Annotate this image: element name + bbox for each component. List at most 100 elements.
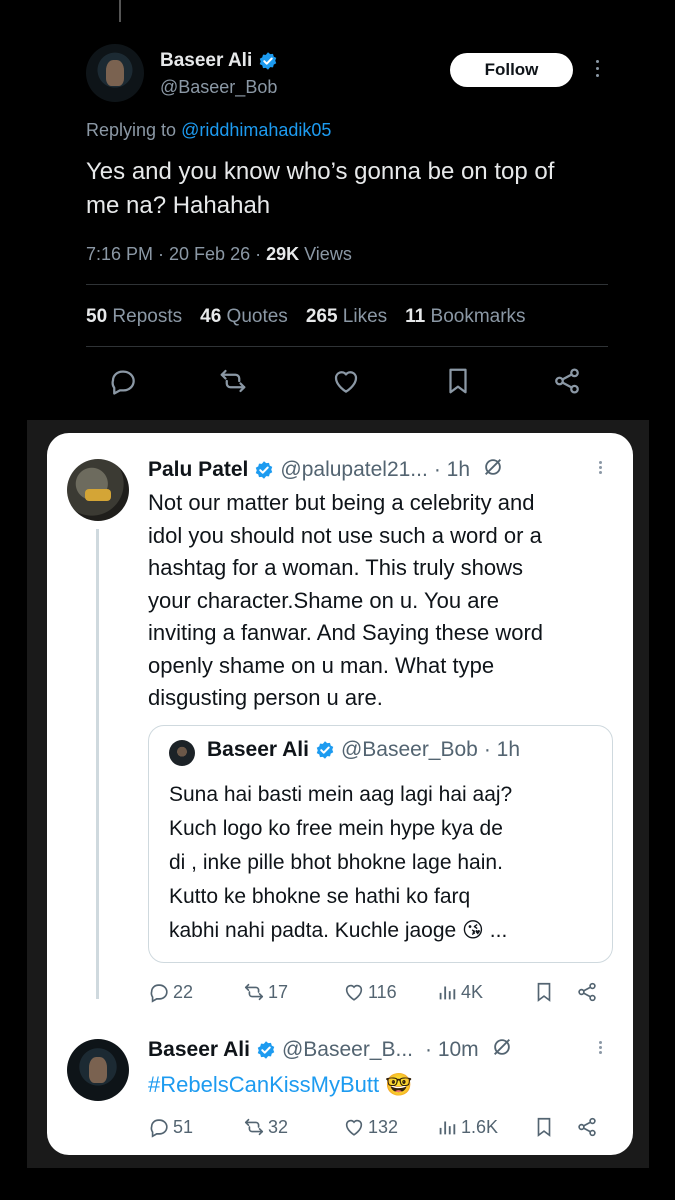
bookmarks-stat[interactable]: 11 Bookmarks: [405, 306, 525, 328]
reposts-stat[interactable]: 50 Reposts: [86, 306, 182, 328]
tweet-meta: 7:16 PM · 20 Feb 26 · 29K Views: [86, 244, 352, 265]
quote-text-line: Kuch logo ko free mein hype kya de: [169, 817, 503, 840]
avatar[interactable]: [86, 44, 144, 102]
replying-handle-link[interactable]: @riddhimahadik05: [181, 120, 331, 140]
replying-prefix: Replying to: [86, 120, 182, 140]
divider: [86, 284, 608, 285]
more-dots-icon[interactable]: [597, 459, 603, 479]
views-label: Views: [299, 244, 352, 264]
quote-text-line: Suna hai basti mein aag lagi hai aaj?: [169, 783, 513, 806]
tweet-text-line: Yes and you know who’s gonna be on top o…: [86, 158, 555, 185]
reply-author-handle[interactable]: @palupatel21...: [280, 458, 427, 482]
share-icon[interactable]: [576, 1116, 598, 1138]
reply-text-line: Not our matter but being a celebrity and: [148, 490, 535, 515]
second-action-bar: 51 32 132 1.6K: [148, 1116, 608, 1142]
timestamp[interactable]: 7:16 PM · 20 Feb 26 ·: [86, 244, 266, 264]
grok-icon[interactable]: [482, 456, 504, 484]
tweet-text: Yes and you know who’s gonna be on top o…: [86, 155, 626, 223]
quote-author-handle: @Baseer_Bob: [340, 738, 478, 761]
reply-text: Not our matter but being a celebrity and…: [148, 487, 608, 715]
reply-button[interactable]: 51: [148, 1116, 193, 1138]
avatar[interactable]: [67, 1039, 129, 1101]
second-text[interactable]: #RebelsCanKissMyButt 🤓: [148, 1069, 608, 1102]
reply-header: Palu Patel @palupatel21... · 1h: [148, 456, 504, 484]
second-header: Baseer Ali @Baseer_B... · 10m: [148, 1036, 513, 1064]
author-name: Baseer Ali: [160, 50, 253, 71]
avatar: [169, 740, 195, 766]
divider: [86, 346, 608, 347]
quote-author-name: Baseer Ali: [207, 738, 309, 761]
thread-connector-line: [119, 0, 121, 22]
repost-icon[interactable]: [218, 366, 248, 396]
quotes-stat[interactable]: 46 Quotes: [200, 306, 288, 328]
reply-text-line: your character.Shame on u. You are: [148, 587, 500, 613]
views-button[interactable]: 1.6K: [436, 1116, 498, 1138]
views-count: 1.6K: [461, 1116, 499, 1137]
verified-badge-icon: [258, 51, 278, 71]
second-time: · 10m: [425, 1038, 479, 1061]
reply-text-line: inviting a fanwar. And Saying these word: [148, 620, 544, 645]
reply-author-name[interactable]: Palu Patel: [148, 458, 248, 482]
quote-text-line: kabhi nahi padta. Kuchle jaoge 😘 ...: [169, 919, 508, 942]
second-author-name[interactable]: Baseer Ali: [148, 1038, 250, 1062]
like-button[interactable]: 132: [343, 1116, 398, 1138]
thread-connector-line: [96, 529, 99, 999]
more-dots-icon[interactable]: [597, 1039, 603, 1059]
replying-to: Replying to @riddhimahadik05: [86, 120, 331, 141]
engagement-stats: 50 Reposts 46 Quotes 265 Likes 11 Bookma…: [86, 306, 526, 328]
embedded-screenshot: Palu Patel @palupatel21... · 1h Not our …: [47, 433, 633, 1155]
verified-badge-icon: [256, 1040, 276, 1060]
repost-count: 17: [268, 981, 289, 1002]
avatar[interactable]: [67, 459, 129, 521]
like-count: 132: [368, 1116, 399, 1137]
like-icon: [345, 1119, 363, 1136]
repost-count: 32: [268, 1116, 289, 1137]
author-handle[interactable]: @Baseer_Bob: [160, 77, 277, 98]
verified-badge-icon: [254, 460, 274, 480]
reply-text-line: idol you should not use such a word or a: [148, 522, 542, 548]
quote-header: Baseer Ali @Baseer_Bob · 1h: [207, 738, 520, 762]
reply-action-bar: 22 17 116 4K: [148, 981, 608, 1007]
views-button[interactable]: 4K: [436, 981, 483, 1003]
author-name-row[interactable]: Baseer Ali: [160, 50, 278, 72]
views-count: 4K: [461, 981, 484, 1002]
reply-icon[interactable]: [108, 366, 138, 396]
follow-button[interactable]: Follow: [450, 53, 573, 87]
reply-text-line: disgusting person u are.: [148, 685, 383, 710]
quote-text-line: Kutto ke bhokne se hathi ko farq: [169, 885, 471, 908]
like-button[interactable]: 116: [343, 981, 397, 1003]
reply-button[interactable]: 22: [148, 981, 193, 1003]
quote-time: · 1h: [483, 738, 521, 761]
quoted-tweet[interactable]: Baseer Ali @Baseer_Bob · 1h Suna hai bas…: [148, 725, 613, 963]
views-icon: [439, 986, 456, 1000]
views-icon: [439, 1121, 456, 1135]
bookmark-icon[interactable]: [443, 366, 473, 396]
like-icon: [345, 984, 363, 1001]
grok-icon[interactable]: [491, 1036, 513, 1064]
quote-text-line: di , inke pille bhot bhokne lage hain.: [169, 851, 503, 874]
bookmark-icon[interactable]: [533, 981, 555, 1003]
like-count: 116: [368, 981, 397, 1002]
repost-button[interactable]: 17: [243, 981, 288, 1003]
likes-stat[interactable]: 265 Likes: [306, 306, 387, 328]
reply-text-line: hashtag for a woman. This truly shows: [148, 555, 523, 580]
action-bar: [0, 366, 675, 400]
more-dots-icon[interactable]: [590, 56, 604, 84]
repost-icon: [244, 983, 264, 1001]
share-icon[interactable]: [576, 981, 598, 1003]
repost-button[interactable]: 32: [243, 1116, 288, 1138]
repost-icon: [244, 1118, 264, 1136]
views-count: 29K: [266, 244, 300, 264]
reply-icon: [150, 1119, 168, 1138]
quote-text: Suna hai basti mein aag lagi hai aaj? Ku…: [169, 778, 599, 948]
bookmark-icon[interactable]: [533, 1116, 555, 1138]
like-icon[interactable]: [331, 366, 361, 396]
tweet-text-line: me na? Hahahah: [86, 192, 271, 219]
verified-badge-icon: [315, 740, 335, 760]
share-icon[interactable]: [552, 366, 582, 396]
reply-count: 22: [173, 981, 194, 1002]
second-author-handle[interactable]: @Baseer_B...: [282, 1038, 413, 1062]
reply-icon: [150, 984, 168, 1003]
reply-count: 51: [173, 1116, 194, 1137]
reply-time: · 1h: [433, 458, 470, 481]
